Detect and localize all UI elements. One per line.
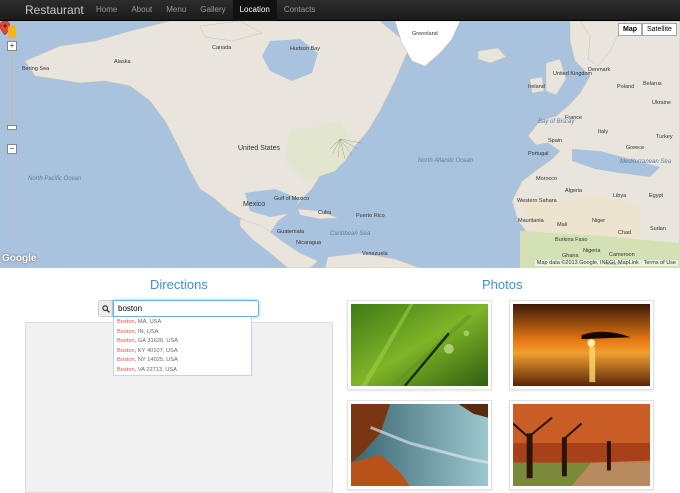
label-ghana: Ghana [562,253,579,259]
label-bering-sea: Bering Sea [22,66,50,72]
label-caribbean-sea: Caribbean Sea [330,231,371,237]
nav-item-contacts[interactable]: Contacts [277,0,323,21]
photo-coastal-rocks[interactable] [347,400,492,490]
label-italy: Italy [598,129,609,135]
label-western-sahara: Western Sahara [517,198,557,204]
photo-autumn-trees[interactable] [509,400,654,490]
suggestion-item[interactable]: Boston, IN, USA [114,328,251,338]
photo-grass-dew[interactable] [347,300,492,390]
label-belarus: Belarus [643,81,662,87]
nav-item-menu[interactable]: Menu [159,0,193,21]
coastal-rocks-photo [351,404,489,486]
label-united-states: United States [238,145,281,152]
label-ireland: Ireland [528,84,545,90]
zoom-slider-track[interactable] [11,51,13,125]
suggestion-item[interactable]: Boston, GA 31626, USA [114,337,251,347]
autumn-trees-photo [512,404,650,486]
map-type-map-button[interactable]: Map [618,23,642,36]
label-algeria: Algeria [565,188,583,194]
suggestion-item[interactable]: Boston, VA 22713, USA [114,366,251,376]
label-guatemala: Guatemala [277,229,304,235]
label-portugal: Portugal [528,151,549,157]
label-mexico: Mexico [243,201,266,208]
nav-item-about[interactable]: About [124,0,159,21]
map-type-satellite-button[interactable]: Satellite [642,23,677,36]
label-turkey: Turkey [656,134,673,140]
label-venezuela: Venezuela [362,251,388,257]
label-greece: Greece [626,145,645,151]
label-burkina-faso: Burkina Faso [555,237,588,243]
label-cuba: Cuba [318,210,332,216]
map-attribution[interactable]: Map data ©2013 Google, INEGI, MapLink · … [534,260,678,266]
label-canada: Canada [212,45,232,51]
sunset-island-photo [513,304,650,386]
label-nicaragua: Nicaragua [296,240,322,246]
directions-search-input[interactable] [113,300,259,317]
main-nav: Home About Menu Gallery Location Contact… [89,0,322,21]
map[interactable]: Canada Alaska Hudson Bay Bering Sea Gree… [0,21,680,268]
google-logo[interactable]: Google [2,253,36,264]
label-united-kingdom: United Kingdom [553,71,593,77]
search-icon [98,300,113,317]
label-puerto-rico: Puerto Rico [356,213,385,219]
zoom-in-button[interactable]: + [7,41,17,51]
zoom-control: + − [5,25,19,154]
label-poland: Poland [617,84,635,90]
label-morocco: Morocco [536,176,558,182]
label-mediterranean: Mediterranean Sea [620,159,672,165]
label-spain: Spain [548,138,563,144]
suggestion-item[interactable]: Boston, NY 14025, USA [114,356,251,366]
label-sudan: Sudan [650,226,666,232]
zoom-slider-handle[interactable] [7,125,17,130]
label-denmark: Denmark [588,67,611,73]
zoom-out-button[interactable]: − [7,144,17,154]
grass-dew-photo [351,304,488,387]
map-type-control: Map Satellite [618,23,677,36]
nav-item-location[interactable]: Location [232,0,277,21]
brand-logo[interactable]: Restaurant [25,3,84,17]
label-gulf-of-mexico: Gulf of Mexico [274,196,310,202]
label-greenland: Greenland [412,31,438,37]
label-chad: Chad [618,230,632,236]
label-libya: Libya [613,193,627,199]
autocomplete-dropdown: Boston, MA, USA Boston, IN, USA Boston, … [113,317,252,376]
label-alaska: Alaska [114,59,131,65]
street-view-pegman-icon[interactable] [8,25,16,38]
nav-item-home[interactable]: Home [89,0,124,21]
suggestion-item[interactable]: Boston, KY 40107, USA [114,347,251,357]
photo-sunset-island[interactable] [509,300,654,390]
label-north-pacific: North Pacific Ocean [28,176,82,182]
suggestion-item[interactable]: Boston, MA, USA [114,318,251,328]
navbar: Restaurant Home About Menu Gallery Locat… [0,0,680,21]
directions-title: Directions [150,277,208,292]
label-hudson-bay: Hudson Bay [290,46,320,52]
photos-title: Photos [482,277,523,292]
label-ukraine: Ukraine [652,100,671,106]
label-north-atlantic: North Atlantic Ocean [418,158,474,164]
label-egypt: Egypt [649,193,664,199]
label-niger: Niger [592,218,606,224]
label-cameroon: Cameroon [609,252,635,258]
label-bay-of-biscay: Bay of Biscay [538,119,575,125]
label-nigeria: Nigeria [583,248,601,254]
nav-item-gallery[interactable]: Gallery [193,0,232,21]
label-mauritania: Mauritania [518,218,544,224]
label-mali: Mali [557,222,568,228]
